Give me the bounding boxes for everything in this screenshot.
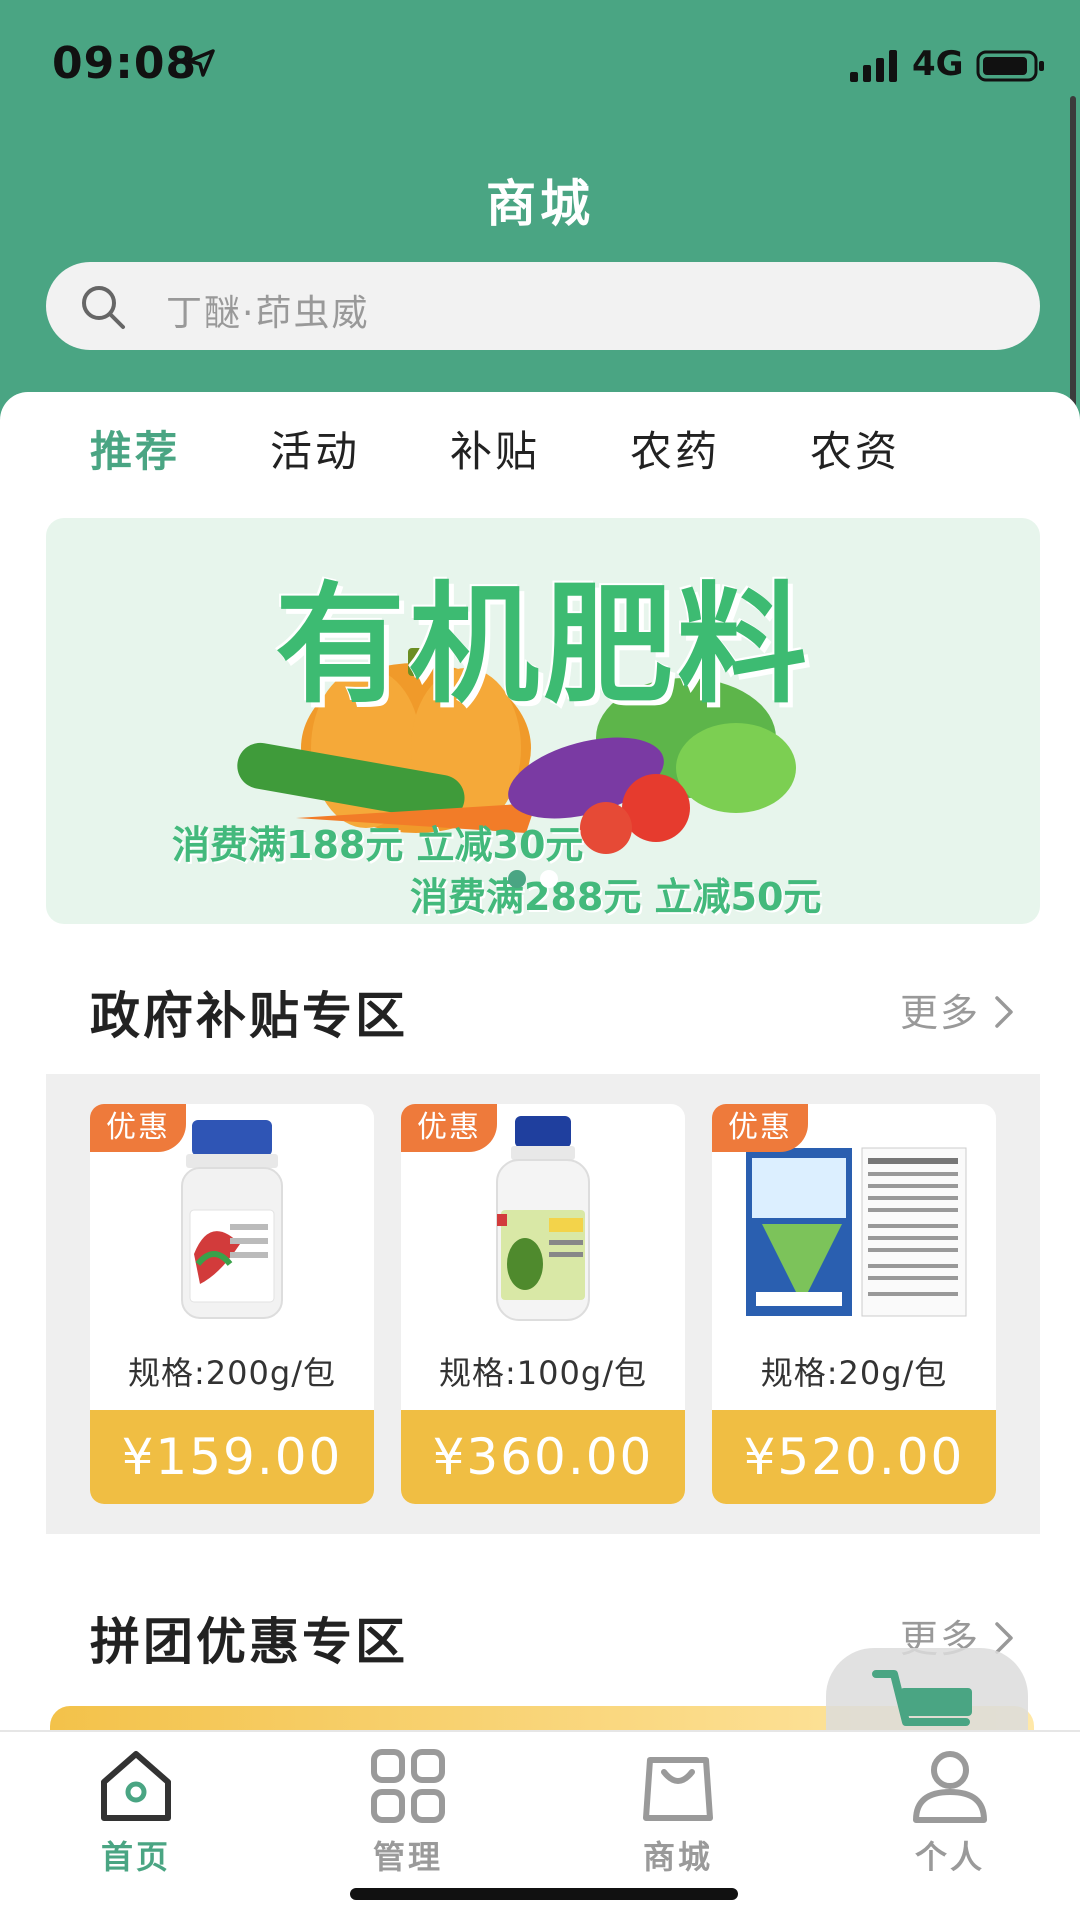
promo-banner[interactable]: 有机肥料 消费满188元 立减30元 消费满288元 立减50元 xyxy=(46,518,1040,924)
pagination-dot-active[interactable] xyxy=(508,870,526,888)
banner-promo-1: 消费满188元 立减30元 xyxy=(172,823,584,867)
grid-icon xyxy=(371,1749,445,1823)
discount-badge: 优惠 xyxy=(712,1104,808,1152)
tab-recommend[interactable]: 推荐 xyxy=(90,418,180,479)
tabbar-label: 管理 xyxy=(372,1838,443,1876)
signal-icon xyxy=(850,50,897,82)
person-icon xyxy=(913,1751,987,1823)
header: 09:08 4G 商城 丁醚·茚虫威 xyxy=(0,0,1080,420)
tabbar-mall[interactable]: 商城 xyxy=(608,1746,748,1876)
subsidy-more-link[interactable]: 更多 xyxy=(900,982,980,1037)
tabbar-label: 首页 xyxy=(100,1838,171,1876)
chevron-right-icon[interactable] xyxy=(992,994,1016,1030)
tabbar-manage[interactable]: 管理 xyxy=(338,1746,478,1876)
tab-pesticide[interactable]: 农药 xyxy=(630,418,720,479)
search-bar[interactable]: 丁醚·茚虫威 xyxy=(46,262,1040,350)
tabbar-profile[interactable]: 个人 xyxy=(880,1746,1020,1876)
discount-badge: 优惠 xyxy=(90,1104,186,1152)
product-card[interactable]: 优惠 规格:200g/包 ¥159.00 xyxy=(90,1104,374,1504)
home-indicator xyxy=(350,1888,738,1900)
product-card[interactable]: 优惠 规格:100g/包 ¥360.00 xyxy=(401,1104,685,1504)
status-bar: 09:08 4G xyxy=(0,0,1080,130)
tabbar-label: 个人 xyxy=(914,1838,985,1876)
product-spec: 规格:20g/包 xyxy=(760,1354,948,1392)
status-time: 09:08 xyxy=(52,38,198,89)
tabbar-home[interactable]: 首页 xyxy=(66,1746,206,1876)
search-icon xyxy=(82,286,125,329)
search-input[interactable]: 丁醚·茚虫威 xyxy=(166,284,369,336)
subsidy-section-title: 政府补贴专区 xyxy=(90,987,408,1045)
banner-pagination xyxy=(508,870,588,890)
shopping-bag-icon xyxy=(643,1757,713,1821)
tab-activity[interactable]: 活动 xyxy=(270,418,360,479)
product-card[interactable]: 优惠 规格:20g/包 ¥520.00 xyxy=(712,1104,996,1504)
tabbar-label: 商城 xyxy=(642,1838,713,1876)
product-spec: 规格:100g/包 xyxy=(439,1354,647,1392)
network-type: 4G xyxy=(912,44,964,84)
subsidy-product-list: 优惠 规格:200g/包 ¥159.00 优惠 规格:100g/包 ¥360.0… xyxy=(46,1074,1040,1534)
location-arrow-icon xyxy=(187,49,215,77)
product-price[interactable]: ¥159.00 xyxy=(90,1410,374,1504)
discount-badge: 优惠 xyxy=(401,1104,497,1152)
banner-title: 有机肥料 xyxy=(274,569,811,721)
pagination-dot[interactable] xyxy=(540,870,558,888)
product-price[interactable]: ¥360.00 xyxy=(401,1410,685,1504)
group-section-title: 拼团优惠专区 xyxy=(90,1613,408,1671)
product-spec: 规格:200g/包 xyxy=(128,1354,336,1392)
product-price[interactable]: ¥520.00 xyxy=(712,1410,996,1504)
category-tabs: 推荐 活动 补贴 农药 农资 xyxy=(0,418,1080,488)
home-icon xyxy=(101,1751,171,1821)
banner-promo-2: 消费满288元 立减50元 xyxy=(410,875,822,919)
battery-icon xyxy=(976,50,1044,82)
tab-subsidy[interactable]: 补贴 xyxy=(450,418,540,479)
tab-agri-supplies[interactable]: 农资 xyxy=(810,418,900,479)
page-title: 商城 xyxy=(486,175,594,233)
